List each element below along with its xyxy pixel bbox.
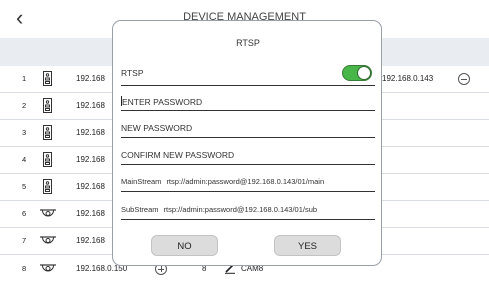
camera-icon: [40, 236, 56, 244]
sub-stream-row: SubStream rtsp://admin:password@192.168.0…: [121, 205, 317, 214]
row-index: 6: [22, 209, 27, 218]
divider: [121, 219, 375, 220]
toggle-knob: [357, 66, 371, 80]
door-station-icon: [43, 98, 52, 113]
divider: [121, 110, 375, 111]
rtsp-dialog: RTSP RTSP ENTER PASSWORD NEW PASSWORD CO…: [112, 20, 382, 266]
dialog-title: RTSP: [236, 38, 260, 48]
door-station-icon: [43, 152, 52, 167]
camera-icon: [40, 264, 56, 272]
device-ip: 192.168: [76, 209, 105, 218]
yes-button[interactable]: YES: [274, 235, 341, 256]
divider: [121, 164, 375, 165]
device-ip: 192.168: [76, 101, 105, 110]
door-station-icon: [43, 125, 52, 140]
row-index: 3: [22, 128, 27, 137]
row-index: 8: [22, 264, 27, 273]
sub-stream-url: rtsp://admin:password@192.168.0.143/01/s…: [163, 205, 318, 214]
row-index: 2: [22, 101, 27, 110]
new-password-field[interactable]: NEW PASSWORD: [121, 123, 192, 133]
device-ip: 192.168: [76, 182, 105, 191]
door-station-icon: [43, 71, 52, 86]
divider: [121, 85, 375, 86]
main-stream-label: MainStream: [121, 177, 162, 186]
device-ip: 192.168: [76, 128, 105, 137]
device-ip: 192.168: [76, 236, 105, 245]
rtsp-label: RTSP: [121, 68, 144, 78]
device-ip: 192.168: [76, 74, 105, 83]
door-station-icon: [43, 179, 52, 194]
confirm-password-field[interactable]: CONFIRM NEW PASSWORD: [121, 150, 234, 160]
row-index: 7: [22, 236, 27, 245]
divider: [121, 137, 375, 138]
sub-stream-label: SubStream: [121, 205, 159, 214]
enter-password-field[interactable]: ENTER PASSWORD: [121, 96, 202, 107]
camera-icon: [40, 209, 56, 217]
remove-icon[interactable]: [458, 73, 470, 85]
rtsp-toggle[interactable]: [342, 65, 372, 81]
no-button[interactable]: NO: [151, 235, 218, 256]
enter-password-placeholder: ENTER PASSWORD: [122, 97, 203, 107]
row-index: 4: [22, 155, 27, 164]
row-index: 1: [22, 74, 27, 83]
row-index: 5: [22, 182, 27, 191]
device-ip: 192.168: [76, 155, 105, 164]
main-stream-row: MainStream rtsp://admin:password@192.168.…: [121, 177, 324, 186]
device-management-screen: ‹ DEVICE MANAGEMENT 1 192.168 192.168.0.…: [0, 0, 489, 285]
main-stream-url: rtsp://admin:password@192.168.0.143/01/m…: [166, 177, 325, 186]
device-ip-right: 192.168.0.143: [382, 74, 434, 83]
divider: [121, 191, 375, 192]
